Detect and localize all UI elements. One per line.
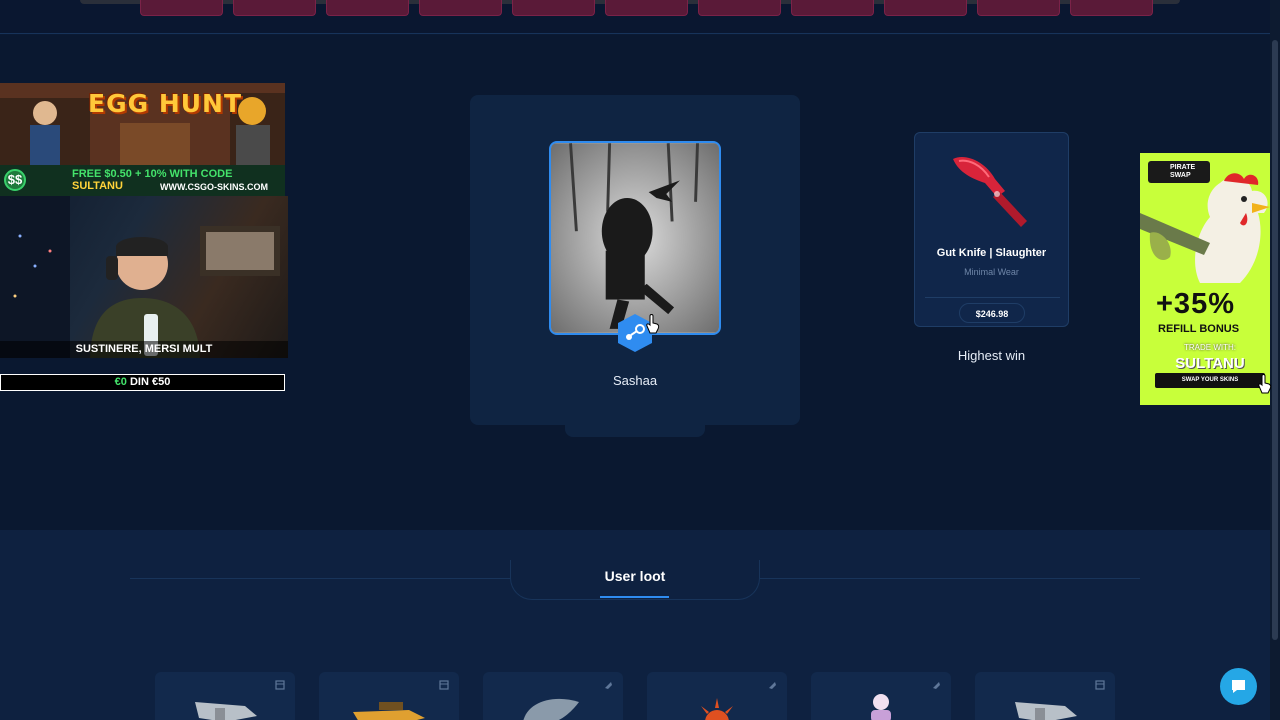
- refill-bonus-label: REFILL BONUS: [1158, 323, 1240, 335]
- scrollbar-thumb[interactable]: [1272, 40, 1278, 640]
- category-tab[interactable]: [326, 0, 409, 16]
- user-avatar[interactable]: [549, 141, 721, 335]
- sticker-icon[interactable]: [603, 680, 613, 690]
- profile-username: Sashaa: [612, 373, 658, 388]
- avatar-image: [551, 143, 719, 333]
- bonus-percent: +35%: [1156, 288, 1235, 320]
- sticker-icon[interactable]: [931, 680, 941, 690]
- stream-overlay: EGG HUNT $$ FREE $0.50 + 10% WITH CODE S…: [0, 83, 288, 393]
- archive-icon[interactable]: [1095, 680, 1105, 690]
- rifle-skin-icon: [195, 702, 257, 720]
- category-tab[interactable]: [605, 0, 688, 16]
- page-scrollbar[interactable]: [1270, 0, 1280, 720]
- category-tab[interactable]: [233, 0, 316, 16]
- promo-offer: FREE $0.50 + 10% WITH CODE: [72, 168, 233, 180]
- highest-win-label: Highest win: [957, 348, 1026, 363]
- character-sticker-icon: [871, 694, 891, 720]
- hand-cursor-icon: [646, 314, 660, 334]
- category-tab[interactable]: [884, 0, 967, 16]
- item-name: Gut Knife | Slaughter: [936, 247, 1047, 259]
- price-divider: [925, 297, 1060, 298]
- active-tab-indicator: [600, 596, 669, 598]
- rifle-skin-icon: [353, 702, 425, 720]
- dollar-icon: $$: [4, 169, 26, 191]
- loot-item-card[interactable]: [483, 672, 623, 720]
- loot-item-card[interactable]: [647, 672, 787, 720]
- category-tab[interactable]: [512, 0, 595, 16]
- loot-item-card[interactable]: [319, 672, 459, 720]
- sticker-icon[interactable]: [767, 680, 777, 690]
- category-tab[interactable]: [140, 0, 223, 16]
- sun-sticker-icon: [701, 698, 733, 720]
- chat-support-button[interactable]: [1220, 668, 1257, 705]
- category-tab[interactable]: [977, 0, 1060, 16]
- rifle-skin-icon: [1015, 702, 1077, 720]
- category-tab[interactable]: [1070, 0, 1153, 16]
- swap-skins-button[interactable]: SWAP YOUR SKINS: [1155, 373, 1265, 388]
- streamer-person-icon: [90, 237, 200, 358]
- trade-with-label: TRADE WITH:: [1184, 343, 1236, 352]
- category-tab[interactable]: [791, 0, 874, 16]
- ad-promo-code: SULTANU: [1175, 355, 1245, 372]
- egg-hunt-title: EGG HUNT: [88, 89, 243, 118]
- promo-strip: $$ FREE $0.50 + 10% WITH CODE SULTANU WW…: [0, 165, 285, 196]
- rooster-mascot-icon: [1140, 173, 1270, 283]
- category-tab[interactable]: [698, 0, 781, 16]
- webcam-feed: SUSTINERE, MERSI MULT: [0, 196, 288, 358]
- pirate-swap-ad[interactable]: PIRATE SWAP +35% REFILL BONUS TRADE WITH…: [1140, 153, 1280, 405]
- hand-cursor-icon: [1258, 374, 1272, 394]
- top-navigation-bar: [0, 0, 1280, 34]
- gut-knife-icon: [953, 157, 1027, 227]
- archive-icon[interactable]: [439, 680, 449, 690]
- egg-hunt-banner: EGG HUNT $$ FREE $0.50 + 10% WITH CODE S…: [0, 83, 285, 196]
- category-tab[interactable]: [419, 0, 502, 16]
- loot-item-card[interactable]: [811, 672, 951, 720]
- pirate-swap-brand: PIRATE SWAP: [1148, 161, 1210, 183]
- profile-card-notch: [565, 425, 705, 437]
- highest-win-card[interactable]: Gut Knife | Slaughter Minimal Wear $246.…: [914, 132, 1069, 327]
- tab-user-loot[interactable]: User loot: [560, 568, 710, 584]
- donation-current: €0: [114, 376, 127, 388]
- loot-item-card[interactable]: [155, 672, 295, 720]
- category-tabs: [140, 0, 1153, 16]
- donation-goal: DIN €50: [129, 376, 171, 388]
- promo-code: SULTANU: [72, 180, 123, 192]
- promo-site: WWW.CSGO-SKINS.COM: [160, 182, 268, 192]
- chat-bubble-icon: [1232, 680, 1245, 693]
- item-wear: Minimal Wear: [964, 267, 1019, 277]
- loot-item-card[interactable]: [975, 672, 1115, 720]
- donation-goal-bar: €0 DIN €50: [0, 374, 285, 391]
- item-price: $246.98: [959, 303, 1025, 323]
- webcam-caption: SUSTINERE, MERSI MULT: [0, 341, 288, 358]
- archive-icon[interactable]: [275, 680, 285, 690]
- shark-sticker-icon: [523, 698, 579, 720]
